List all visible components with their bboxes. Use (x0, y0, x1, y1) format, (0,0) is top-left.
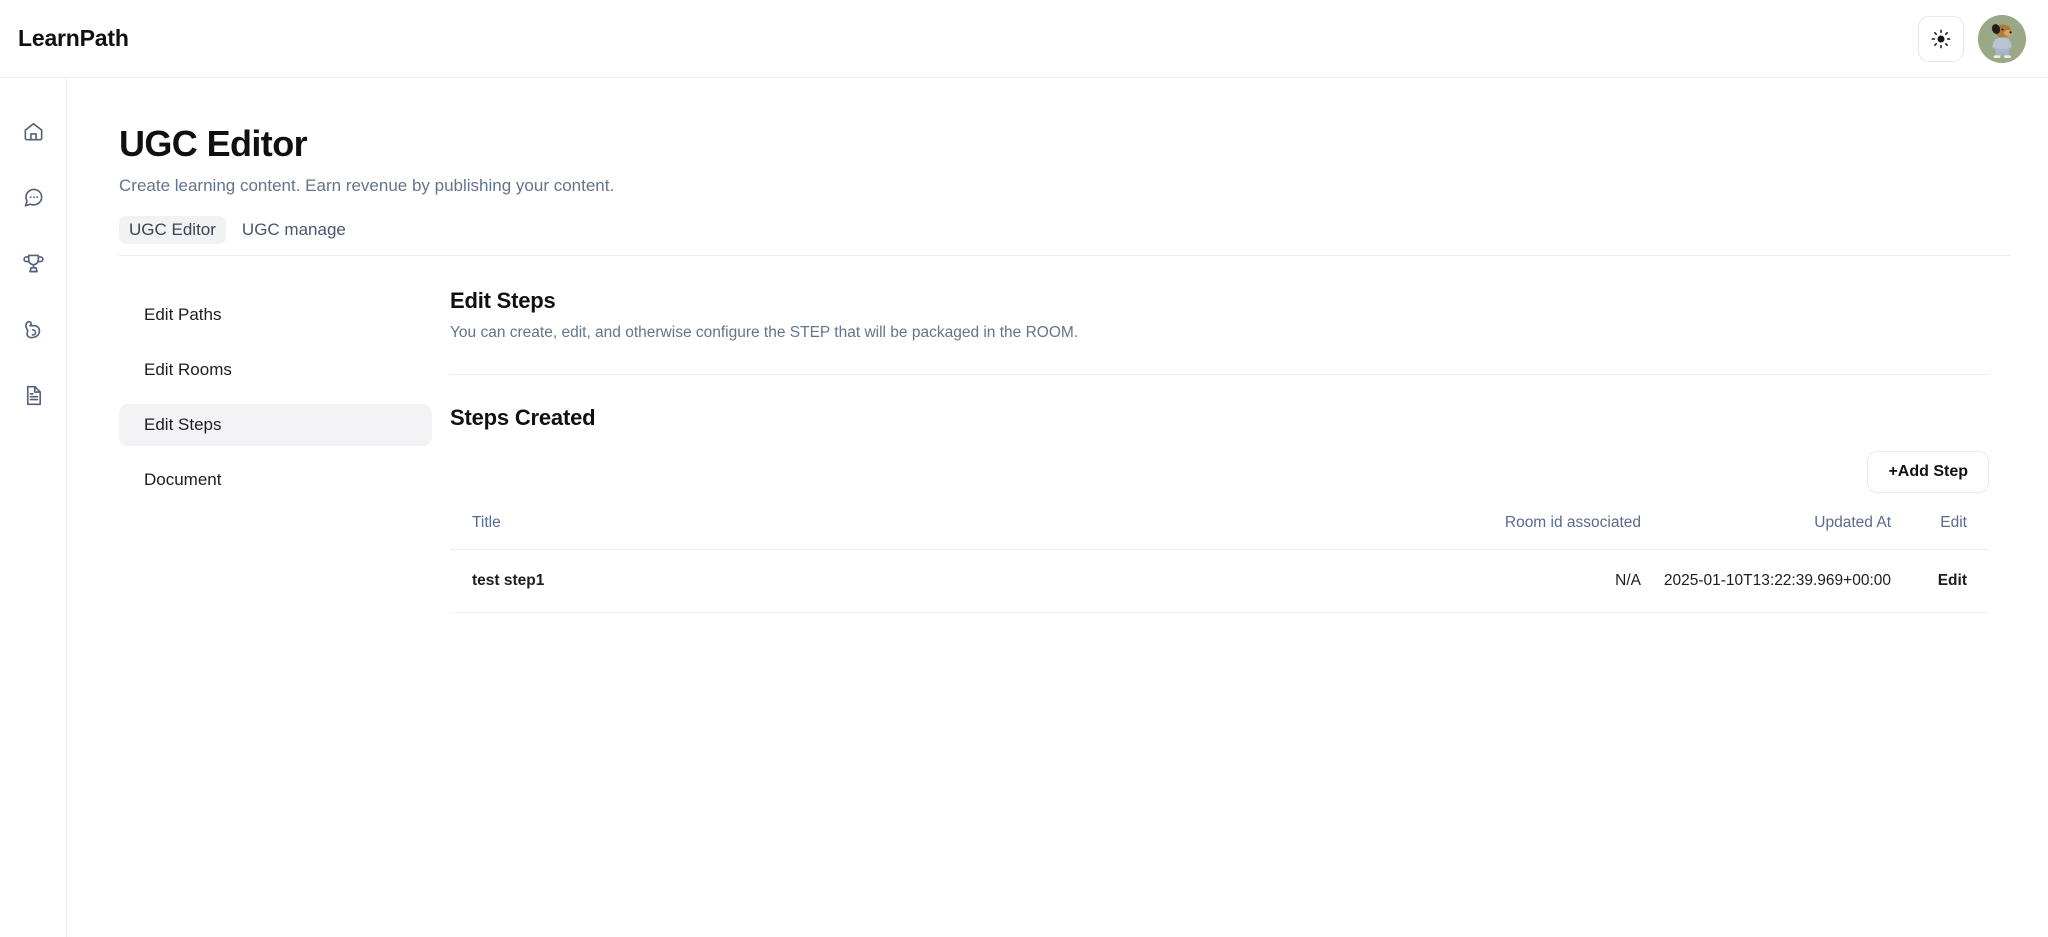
avatar[interactable] (1978, 14, 2026, 63)
section-title: Edit Steps (450, 288, 556, 314)
sidebar-item-training[interactable] (16, 312, 50, 346)
muscle-icon (22, 318, 45, 341)
sidebar-item-achievements[interactable] (16, 246, 50, 280)
sidebar-item-home[interactable] (16, 114, 50, 148)
page-title: UGC Editor (119, 123, 308, 164)
tab-bar: UGC Editor UGC manage (119, 216, 2011, 245)
edit-step-link[interactable]: Edit (1899, 549, 1989, 614)
section-content: Edit Steps You can create, edit, and oth… (432, 288, 2011, 614)
content-columns: Edit Paths Edit Rooms Edit Steps Documen… (119, 288, 2011, 614)
home-icon (22, 120, 45, 143)
user-avatar-dog-icon (1978, 14, 2026, 63)
chat-bubble-icon (22, 186, 45, 209)
sidebar-item-edit-paths[interactable]: Edit Paths (119, 294, 432, 336)
section-description: You can create, edit, and otherwise conf… (450, 324, 1079, 342)
app-brand: LearnPath (18, 25, 129, 51)
sidebar-item-document[interactable]: Document (119, 459, 432, 501)
cell-room-id: N/A (1419, 549, 1649, 614)
sidebar-item-label: Edit Paths (144, 305, 222, 325)
document-icon (22, 384, 45, 407)
steps-table: Title Room id associated Updated At Edit… (450, 514, 1989, 614)
sidebar-rail (0, 78, 67, 937)
table-header-row: Title Room id associated Updated At Edit (450, 514, 1989, 551)
sun-icon (1931, 29, 1951, 49)
sidebar-item-messages[interactable] (16, 180, 50, 214)
tab-ugc-editor[interactable]: UGC Editor (119, 216, 226, 245)
column-header-room-id: Room id associated (1419, 514, 1649, 551)
table-row: test step1 N/A 2025-01-10T13:22:39.969+0… (450, 549, 1989, 614)
steps-created-title: Steps Created (450, 405, 596, 431)
add-step-row: +Add Step (450, 451, 1989, 494)
sidebar-item-label: Document (144, 470, 222, 490)
sidebar-item-documents[interactable] (16, 378, 50, 412)
cell-step-title: test step1 (450, 549, 1419, 614)
column-header-title: Title (450, 514, 1419, 551)
trophy-icon (22, 252, 45, 275)
tab-bar-divider (119, 255, 2011, 257)
top-bar: LearnPath (0, 0, 2048, 78)
page-subtitle: Create learning content. Earn revenue by… (119, 176, 615, 196)
section-divider (450, 374, 1989, 376)
column-header-edit: Edit (1899, 514, 1989, 551)
cell-updated-at: 2025-01-10T13:22:39.969+00:00 (1649, 549, 1899, 614)
sidebar-item-edit-steps[interactable]: Edit Steps (119, 404, 432, 447)
section-side-nav: Edit Paths Edit Rooms Edit Steps Documen… (119, 288, 432, 613)
sidebar-item-label: Edit Steps (144, 415, 222, 435)
top-bar-actions (1918, 14, 2026, 63)
sidebar-item-label: Edit Rooms (144, 360, 232, 380)
theme-toggle-button[interactable] (1918, 15, 1964, 62)
add-step-button[interactable]: +Add Step (1867, 451, 1989, 494)
sidebar-item-edit-rooms[interactable]: Edit Rooms (119, 349, 432, 391)
tab-ugc-manage[interactable]: UGC manage (232, 216, 356, 244)
main-content: UGC Editor Create learning content. Earn… (67, 78, 2048, 937)
column-header-updated-at: Updated At (1649, 514, 1899, 551)
